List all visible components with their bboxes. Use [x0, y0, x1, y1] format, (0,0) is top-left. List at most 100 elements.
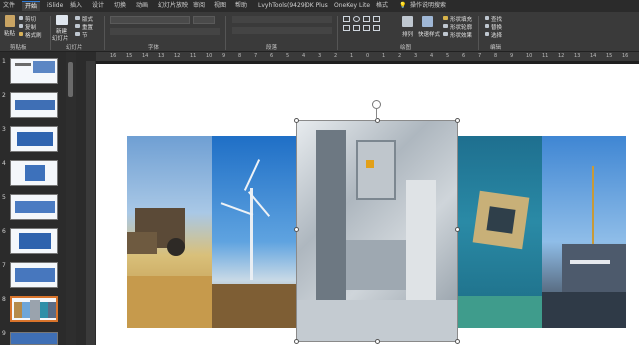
- slide-thumbnail-3[interactable]: [10, 126, 58, 152]
- thumb-number: 2: [2, 92, 6, 99]
- resize-handle[interactable]: [375, 339, 380, 344]
- quick-styles-button[interactable]: 快速样式: [418, 30, 440, 38]
- image-wind-turbine[interactable]: [212, 136, 296, 328]
- vertical-ruler: [86, 61, 95, 345]
- format-painter-icon: [19, 32, 23, 36]
- ruler-tick-label: 10: [526, 53, 533, 59]
- shape-effects-button[interactable]: 形状效果: [450, 31, 472, 39]
- slide-thumbnail-2[interactable]: [10, 92, 58, 118]
- rotate-handle-icon[interactable]: [372, 100, 381, 109]
- tab-home[interactable]: 开始: [22, 1, 41, 11]
- ruler-tick-label: 9: [222, 53, 226, 59]
- ruler-tick-label: 10: [206, 53, 213, 59]
- font-name-box[interactable]: [110, 16, 190, 24]
- tab-view[interactable]: 视图: [214, 1, 226, 11]
- thumb-number: 4: [2, 160, 6, 167]
- replace-button[interactable]: 替换: [491, 23, 502, 31]
- format-painter-button[interactable]: 格式刷: [25, 31, 42, 39]
- arrange-icon[interactable]: [402, 16, 413, 27]
- tab-okplus[interactable]: OK Plus: [305, 1, 328, 11]
- tab-help[interactable]: 帮助: [235, 1, 247, 11]
- resize-handle[interactable]: [294, 118, 299, 123]
- new-slide-icon[interactable]: [56, 15, 68, 25]
- tell-me-search[interactable]: 操作说明搜索: [410, 1, 446, 11]
- tab-slideshow[interactable]: 幻灯片放映: [158, 1, 188, 11]
- shape-oval-icon[interactable]: [353, 16, 360, 22]
- copy-button[interactable]: 复制: [25, 23, 36, 31]
- ruler-tick-label: 8: [238, 53, 242, 59]
- font-size-box[interactable]: [193, 16, 215, 24]
- tab-format[interactable]: 格式: [376, 1, 388, 11]
- slide-thumbnail-7[interactable]: [10, 262, 58, 288]
- image-harvester-field[interactable]: [127, 136, 212, 328]
- shape-rect-icon[interactable]: [343, 16, 350, 22]
- shape-fill-icon: [443, 16, 448, 20]
- resize-handle[interactable]: [294, 339, 299, 344]
- resize-handle[interactable]: [455, 227, 460, 232]
- shape-outline-button[interactable]: 形状轮廓: [450, 23, 472, 31]
- tab-onekey[interactable]: OneKey Lite: [334, 1, 370, 11]
- cut-button[interactable]: 剪切: [25, 15, 36, 23]
- ribbon-divider: [478, 16, 479, 50]
- arrange-button[interactable]: 排列: [402, 30, 413, 38]
- slide-thumbnail-6[interactable]: [10, 228, 58, 254]
- slide-thumbnail-4[interactable]: [10, 160, 58, 186]
- tab-islide[interactable]: iSlide: [47, 1, 63, 11]
- lightbulb-icon: 💡: [399, 2, 407, 9]
- tab-transitions[interactable]: 切换: [114, 1, 126, 11]
- paste-button[interactable]: 粘贴: [4, 29, 15, 37]
- tab-design[interactable]: 设计: [92, 1, 104, 11]
- copy-icon: [19, 24, 23, 28]
- slide-thumbnail-9[interactable]: [10, 332, 58, 345]
- section-button[interactable]: 节: [82, 31, 88, 39]
- layout-button[interactable]: 版式: [82, 15, 93, 23]
- group-label-font: 字体: [148, 45, 160, 51]
- shape-arrow-icon[interactable]: [373, 16, 380, 22]
- ruler-tick-label: 11: [190, 53, 197, 59]
- shape-brace-icon[interactable]: [373, 25, 380, 31]
- new-slide-button-line2: 幻灯片: [52, 36, 69, 42]
- paragraph-row-2[interactable]: [232, 27, 332, 34]
- resize-handle[interactable]: [294, 227, 299, 232]
- paragraph-row-1[interactable]: [232, 16, 332, 23]
- tab-file[interactable]: 文件: [3, 1, 15, 11]
- reset-button[interactable]: 重置: [82, 23, 93, 31]
- thumbnail-scrollbar-thumb[interactable]: [68, 62, 73, 97]
- ruler-tick-label: 8: [494, 53, 498, 59]
- shape-fill-button[interactable]: 形状填充: [450, 15, 472, 23]
- ruler-tick-label: 16: [622, 53, 629, 59]
- resize-handle[interactable]: [455, 339, 460, 344]
- select-button[interactable]: 选择: [491, 31, 502, 39]
- ruler-tick-label: 7: [478, 53, 482, 59]
- group-label-clipboard: 剪贴板: [10, 45, 27, 51]
- find-button[interactable]: 查找: [491, 15, 502, 23]
- image-circuit-chip[interactable]: [458, 136, 542, 328]
- tab-animations[interactable]: 动画: [136, 1, 148, 11]
- slide-thumbnail-8[interactable]: [10, 296, 58, 322]
- ruler-tick-label: 2: [398, 53, 402, 59]
- slide-canvas[interactable]: [96, 64, 639, 345]
- resize-handle[interactable]: [455, 118, 460, 123]
- ruler-tick-label: 6: [270, 53, 274, 59]
- shape-star-icon[interactable]: [363, 25, 370, 31]
- quick-styles-icon[interactable]: [422, 16, 433, 27]
- slide-thumbnail-5[interactable]: [10, 194, 58, 220]
- group-label-editing: 编辑: [490, 45, 502, 51]
- slide-thumbnail-1[interactable]: [10, 58, 58, 84]
- tab-lvyhtools[interactable]: LvyhTools(9429): [258, 1, 307, 11]
- paste-icon[interactable]: [5, 15, 15, 27]
- ruler-tick-label: 11: [542, 53, 549, 59]
- thumb-number: 9: [2, 330, 6, 337]
- font-format-row[interactable]: [110, 28, 220, 35]
- shape-bracket-icon[interactable]: [353, 25, 360, 31]
- selection-frame[interactable]: [296, 120, 458, 342]
- tab-insert[interactable]: 插入: [70, 1, 82, 11]
- shape-triangle-icon[interactable]: [343, 25, 350, 31]
- ribbon-divider: [104, 16, 105, 50]
- ruler-tick-label: 2: [334, 53, 338, 59]
- ruler-tick-label: 16: [110, 53, 117, 59]
- tab-review[interactable]: 审阅: [193, 1, 205, 11]
- shape-line-icon[interactable]: [363, 16, 370, 22]
- image-ship-harbor[interactable]: [542, 136, 626, 328]
- slide-thumbnail-pane: 1 2 3 4 5 6 7 8 9: [0, 52, 66, 345]
